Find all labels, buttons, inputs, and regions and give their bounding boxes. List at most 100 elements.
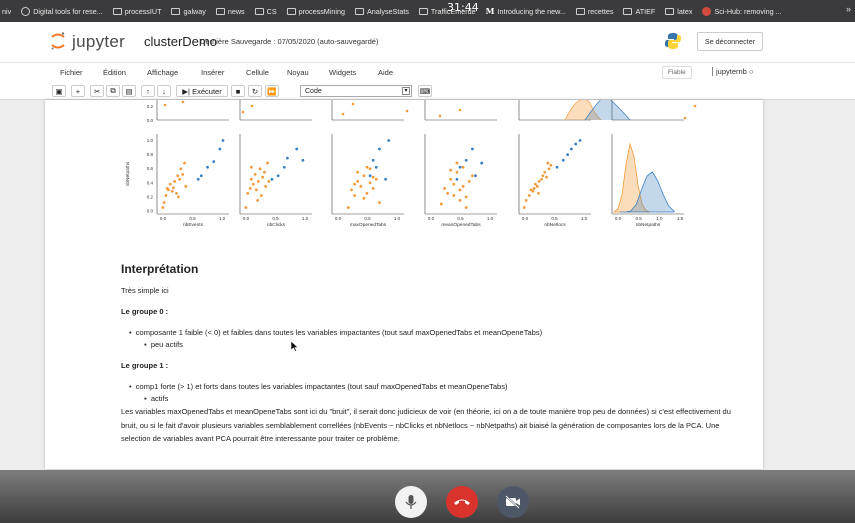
data-point bbox=[181, 172, 185, 176]
bookmark-item[interactable]: recettes bbox=[575, 7, 613, 16]
microphone-button[interactable] bbox=[395, 486, 427, 518]
bookmark-item[interactable]: CS bbox=[254, 7, 277, 16]
folder-icon bbox=[354, 7, 364, 15]
tick-label: 1.0 bbox=[302, 216, 309, 221]
data-point bbox=[540, 177, 543, 181]
menu-affichage[interactable]: Affichage bbox=[147, 68, 178, 77]
trusted-indicator[interactable]: Fiable bbox=[662, 66, 692, 79]
bookmark-item[interactable]: galway bbox=[171, 7, 206, 16]
bookmark-item[interactable]: M Introducing the new... bbox=[486, 6, 566, 16]
tick-label: 1.0 bbox=[219, 216, 226, 221]
jupyter-brand[interactable]: jupyter bbox=[72, 32, 125, 52]
group0-subbullet: ▪ peu actifs bbox=[144, 340, 183, 349]
tick-label: 1.0 bbox=[487, 216, 494, 221]
bookmark-item[interactable]: latex bbox=[665, 7, 692, 16]
data-point bbox=[374, 177, 378, 181]
data-point bbox=[547, 167, 551, 171]
copy-icon[interactable]: ⧉ bbox=[106, 85, 120, 97]
move-down-icon[interactable]: ↓ bbox=[157, 85, 171, 97]
kernel-status-icon: ○ bbox=[748, 67, 754, 76]
data-point bbox=[359, 184, 363, 188]
bookmark-label: news bbox=[227, 6, 245, 16]
group0-bullet-text: composante 1 faible (< 0) et faibles dan… bbox=[135, 328, 543, 337]
move-up-icon[interactable]: ↑ bbox=[141, 85, 155, 97]
data-point bbox=[440, 202, 443, 206]
bookmark-item[interactable]: ATIEF bbox=[623, 7, 655, 16]
camera-off-button[interactable] bbox=[497, 486, 529, 518]
stop-icon[interactable]: ■ bbox=[231, 85, 245, 97]
data-point bbox=[549, 163, 553, 167]
tick-label: 0.5 bbox=[636, 216, 643, 221]
y-axis-label: nbNetpaths bbox=[125, 161, 131, 186]
menu-cellule[interactable]: Cellule bbox=[246, 68, 269, 77]
data-point bbox=[683, 116, 687, 120]
bookmark-item[interactable]: niv bbox=[2, 7, 11, 16]
data-point bbox=[248, 187, 252, 190]
data-point bbox=[405, 109, 409, 113]
group1-bullet: • comp1 forte (> 1) et forts dans toutes… bbox=[129, 382, 507, 391]
bookmark-item[interactable]: Digital tools for rese... bbox=[21, 6, 103, 16]
cell-type-select[interactable]: Code ▾ bbox=[300, 85, 412, 97]
restart-run-all-icon[interactable]: ⏩ bbox=[265, 85, 279, 97]
menu-aide[interactable]: Aide bbox=[378, 68, 393, 77]
bookmark-label: ATIEF bbox=[635, 6, 656, 16]
bookmark-item[interactable]: processIUT bbox=[112, 7, 161, 16]
data-point bbox=[522, 206, 526, 209]
data-point bbox=[455, 170, 459, 174]
bullet-square: ▪ bbox=[144, 340, 151, 349]
data-point bbox=[251, 182, 255, 186]
restart-icon[interactable]: ↻ bbox=[248, 85, 262, 97]
save-status: Dernière Sauvegarde : 07/05/2020 (auto-s… bbox=[200, 37, 379, 46]
folder-icon bbox=[665, 7, 675, 15]
data-point bbox=[471, 174, 474, 178]
bookmark-item[interactable]: news bbox=[215, 6, 245, 16]
run-button[interactable]: ▶| Exécuter bbox=[176, 85, 228, 97]
data-point bbox=[179, 167, 183, 171]
data-point bbox=[461, 165, 465, 169]
data-point bbox=[256, 199, 260, 202]
menu-inserer[interactable]: Insérer bbox=[201, 68, 224, 77]
cut-icon[interactable]: ✂ bbox=[90, 85, 104, 97]
data-point bbox=[270, 177, 274, 181]
menu-fichier[interactable]: Fichier bbox=[60, 68, 83, 77]
data-point bbox=[165, 187, 169, 190]
data-point bbox=[162, 201, 166, 204]
tick-label: 0.0 bbox=[615, 216, 622, 221]
bookmark-item[interactable]: AnalyseStats bbox=[354, 7, 409, 16]
data-point bbox=[218, 147, 222, 151]
kernel-indicator[interactable]: jupyternb ○ bbox=[712, 67, 753, 76]
tick-label: 0.0 bbox=[243, 216, 250, 221]
menu-noyau[interactable]: Noyau bbox=[287, 68, 309, 77]
group1-title: Le groupe 1 : bbox=[121, 361, 169, 370]
data-point bbox=[458, 199, 462, 202]
data-point bbox=[267, 180, 271, 183]
data-point bbox=[531, 189, 535, 193]
data-point bbox=[569, 147, 573, 151]
bookmarks-more-button[interactable]: » bbox=[846, 4, 851, 14]
data-point bbox=[446, 191, 449, 195]
data-point bbox=[537, 180, 541, 183]
data-point bbox=[362, 174, 366, 178]
data-point bbox=[365, 191, 369, 195]
save-icon[interactable]: ▣ bbox=[52, 85, 66, 97]
menu-edition[interactable]: Édition bbox=[103, 68, 126, 77]
logout-button[interactable]: Se déconnecter bbox=[697, 32, 763, 51]
menu-widgets[interactable]: Widgets bbox=[329, 68, 356, 77]
tick-label: 0.0 bbox=[147, 209, 154, 214]
tick-label: 1.5 bbox=[677, 216, 684, 221]
tick-label: 1.0 bbox=[147, 138, 154, 143]
data-point bbox=[452, 182, 456, 186]
hangup-button[interactable] bbox=[446, 486, 478, 518]
data-point bbox=[541, 174, 545, 178]
insert-cell-icon[interactable]: + bbox=[71, 85, 85, 97]
jupyter-logo-icon[interactable] bbox=[50, 31, 66, 51]
bookmark-item[interactable]: Sci-Hub: removing ... bbox=[702, 6, 782, 16]
folder-icon bbox=[575, 7, 585, 15]
camera-off-icon bbox=[505, 495, 520, 509]
data-point bbox=[276, 174, 280, 178]
data-point bbox=[250, 104, 254, 108]
command-palette-icon[interactable]: ⌨ bbox=[418, 85, 432, 97]
bullet-dot: • bbox=[129, 328, 136, 337]
paste-icon[interactable]: ▤ bbox=[122, 85, 136, 97]
bookmark-item[interactable]: processMining bbox=[286, 7, 345, 16]
